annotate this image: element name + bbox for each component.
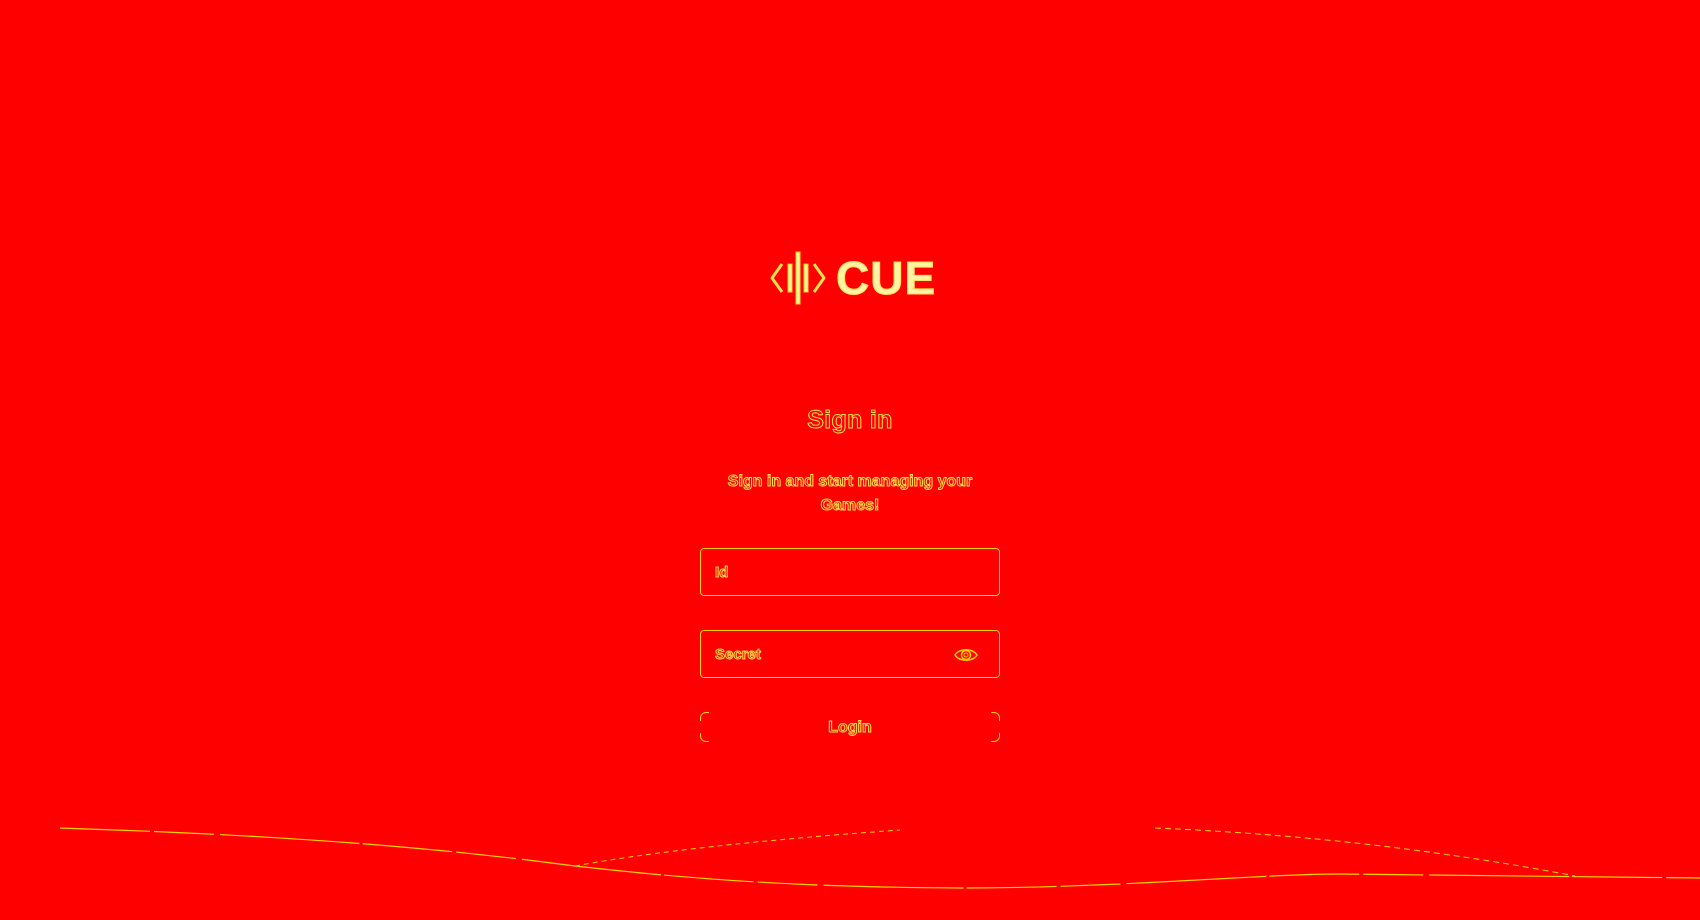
- button-corner: [700, 733, 709, 742]
- button-corner: [991, 712, 1000, 721]
- cue-code-bars-icon: [768, 246, 828, 310]
- id-input[interactable]: [701, 549, 999, 595]
- login-page: CUE Sign in Sign in and start managing y…: [0, 0, 1700, 920]
- page-subtitle: Sign in and start managing your Games!: [727, 473, 973, 515]
- decorative-waves: [59, 827, 1700, 889]
- button-corner: [700, 712, 709, 721]
- eye-icon[interactable]: [953, 644, 979, 666]
- secret-field[interactable]: [700, 630, 1000, 678]
- button-corner: [991, 733, 1000, 742]
- id-field[interactable]: [700, 548, 1000, 596]
- login-button-label: Login: [828, 719, 873, 737]
- brand-name: CUE: [835, 252, 937, 304]
- brand-logo: CUE: [768, 246, 936, 310]
- page-title: Sign in: [807, 406, 893, 435]
- login-button[interactable]: Login: [700, 712, 1000, 742]
